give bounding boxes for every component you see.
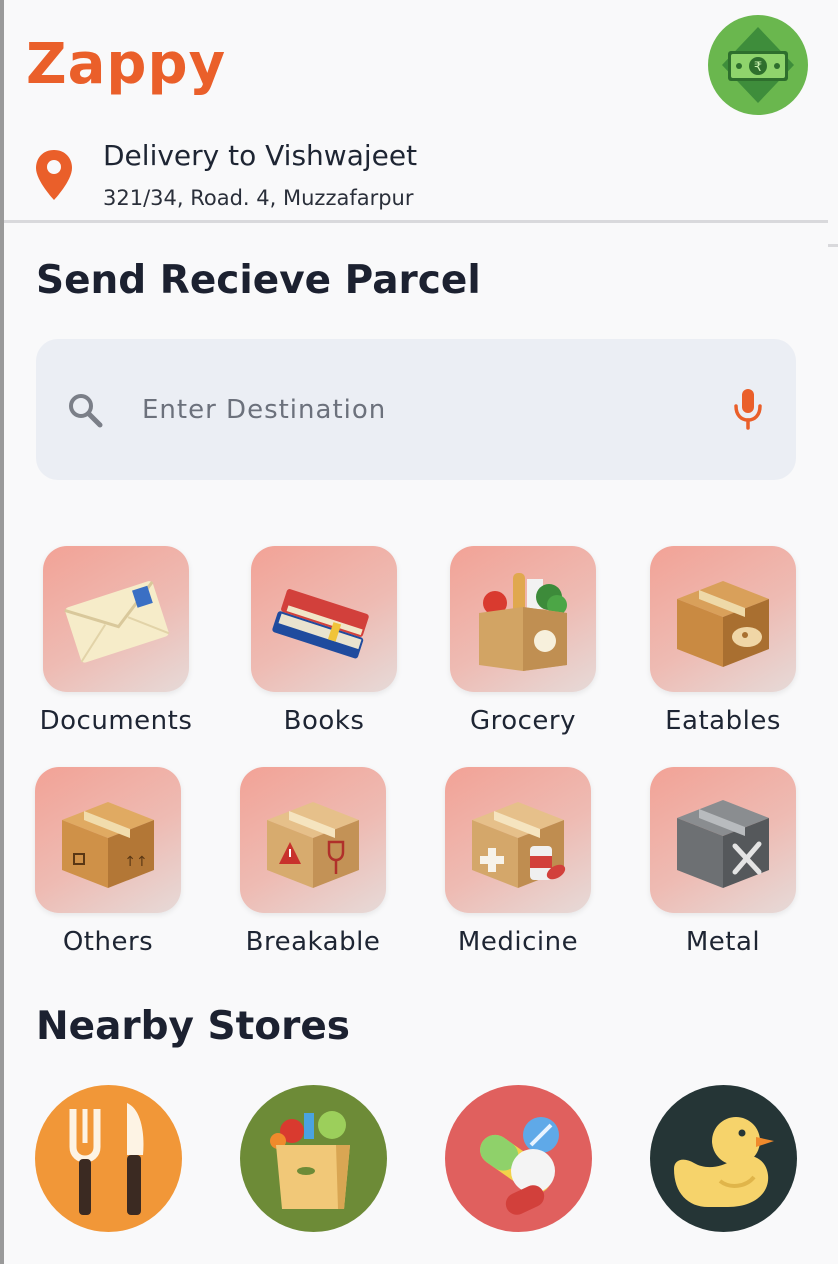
fork-knife-icon xyxy=(69,1103,144,1215)
svg-text:↑↑: ↑↑ xyxy=(124,854,147,870)
rubber-duck-icon xyxy=(674,1117,774,1207)
category-label: Documents xyxy=(39,706,193,736)
destination-search[interactable] xyxy=(36,339,796,480)
parcel-section-title: Send Recieve Parcel xyxy=(36,258,481,303)
rupee-banknote-icon: ₹ xyxy=(722,27,794,103)
books-icon xyxy=(272,589,369,659)
grocery-box-icon xyxy=(479,573,567,671)
category-documents[interactable] xyxy=(43,546,189,692)
wallet-button[interactable]: ₹ xyxy=(708,15,808,115)
divider-fragment xyxy=(828,244,838,247)
store-pharmacy[interactable] xyxy=(445,1085,592,1232)
pills-icon xyxy=(480,1117,559,1215)
cardboard-box-icon: ↑↑ xyxy=(62,802,154,888)
grocery-bag-icon xyxy=(270,1111,350,1209)
window-edge xyxy=(0,0,4,1264)
category-label: Breakable xyxy=(245,927,381,957)
category-label: Eatables xyxy=(665,706,781,736)
category-others[interactable]: ↑↑ xyxy=(35,767,181,913)
metal-box-icon xyxy=(677,800,769,888)
category-label: Metal xyxy=(685,927,761,957)
delivery-title[interactable]: Delivery to Vishwajeet xyxy=(103,138,417,174)
category-label: Others xyxy=(62,927,154,957)
stores-section-title: Nearby Stores xyxy=(36,1004,350,1049)
category-eatables[interactable] xyxy=(650,546,796,692)
category-label: Grocery xyxy=(469,706,577,736)
store-restaurant[interactable] xyxy=(35,1085,182,1232)
fragile-box-icon xyxy=(267,802,359,888)
category-breakable[interactable] xyxy=(240,767,386,913)
location-pin-icon xyxy=(34,148,74,206)
category-metal[interactable] xyxy=(650,767,796,913)
delivery-address[interactable]: 321/34, Road. 4, Muzzafarpur xyxy=(103,184,414,212)
svg-text:₹: ₹ xyxy=(754,60,762,75)
category-label: Medicine xyxy=(457,927,579,957)
microphone-icon[interactable] xyxy=(731,387,765,431)
category-books[interactable] xyxy=(251,546,397,692)
store-grocery[interactable] xyxy=(240,1085,387,1232)
destination-input[interactable] xyxy=(140,387,704,433)
store-toys[interactable] xyxy=(650,1085,797,1232)
search-icon xyxy=(69,394,103,428)
category-medicine[interactable] xyxy=(445,767,591,913)
app-logo: Zappy xyxy=(26,32,227,97)
medicine-box-icon xyxy=(472,802,566,888)
header-divider xyxy=(4,220,828,223)
category-label: Books xyxy=(283,706,365,736)
food-box-icon xyxy=(677,581,769,667)
category-grocery[interactable] xyxy=(450,546,596,692)
envelope-icon xyxy=(64,581,170,663)
